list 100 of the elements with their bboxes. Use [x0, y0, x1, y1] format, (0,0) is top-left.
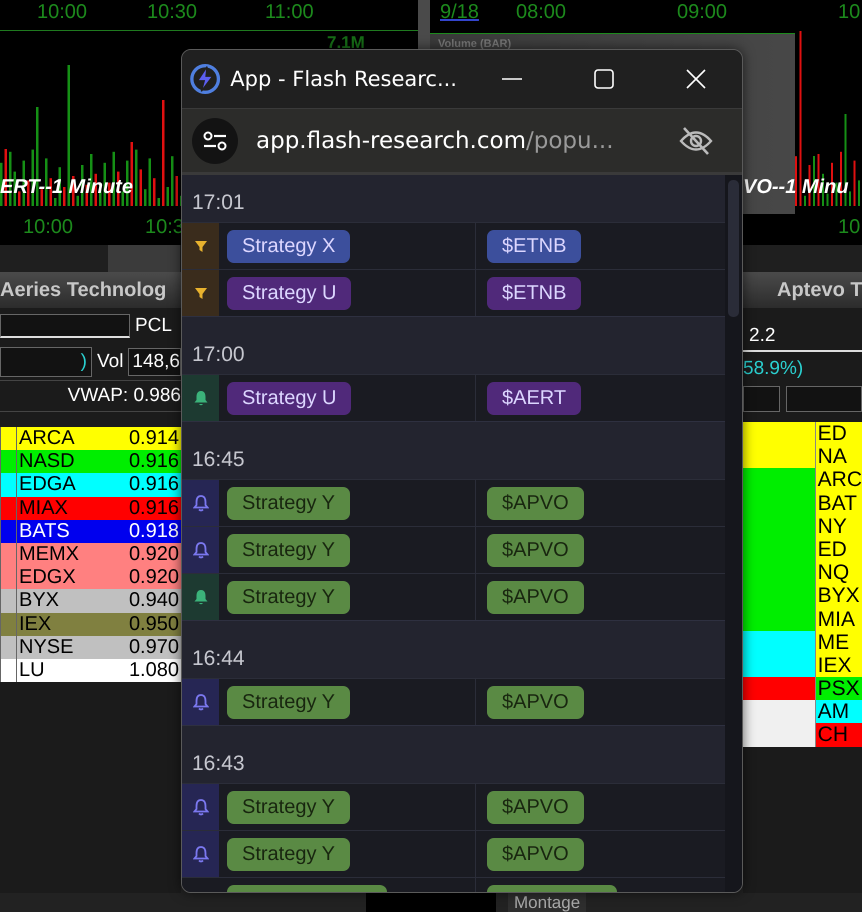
- time-heading: 17:00: [192, 343, 245, 367]
- strategy-tag[interactable]: Strategy Y: [227, 486, 350, 520]
- ticker-tag[interactable]: $APVO: [487, 790, 584, 824]
- exchange-name: EDGX: [19, 566, 76, 590]
- strategy-tag[interactable]: Strategy Y: [227, 790, 350, 824]
- ticker-tag[interactable]: $ETNB: [487, 276, 582, 310]
- input-field[interactable]: [0, 314, 130, 338]
- exchange-name: MIAX: [19, 496, 68, 520]
- ticker-tag[interactable]: $APVO: [487, 486, 584, 520]
- exchange-name: LU: [19, 658, 45, 682]
- exchange-name: ARC: [816, 468, 862, 492]
- price-value: 0.920: [128, 543, 179, 566]
- bell-icon: [192, 541, 208, 559]
- site-settings-button[interactable]: [192, 118, 238, 164]
- exchange-name: IEX: [816, 654, 862, 678]
- field-label: PCL: [135, 315, 172, 337]
- axis-label: 10:00: [23, 215, 74, 239]
- ticker-tag[interactable]: $APVO: [487, 580, 584, 614]
- ticker-tag[interactable]: $ETNB: [487, 230, 582, 262]
- ticker-tag[interactable]: $APVO: [487, 838, 584, 870]
- change-value: 58.9%): [743, 357, 804, 381]
- exchange-name: NYSE: [19, 636, 74, 659]
- exchange-name: EDGA: [19, 473, 76, 496]
- exchange-name: MIA: [816, 608, 862, 631]
- exchange-name: NY: [816, 514, 862, 538]
- strategy-tag[interactable]: Strategy Y: [227, 534, 350, 566]
- time-heading: 16:43: [192, 752, 245, 776]
- ticker-tag[interactable]: $APVO: [487, 534, 584, 566]
- minimize-icon: [502, 78, 522, 80]
- price-value: 0.940: [128, 589, 179, 612]
- price-value: 0.970: [128, 636, 179, 659]
- price-value: 0.914: [128, 427, 179, 450]
- exchange-name: AM: [816, 700, 862, 724]
- axis-label: 10: [838, 215, 860, 239]
- exchange-name: BAT: [816, 492, 862, 515]
- exchange-name: MEMX: [19, 543, 79, 566]
- axis-label: 10:30: [147, 0, 198, 24]
- exchange-name: BYX: [19, 589, 60, 612]
- exchange-name: NA: [816, 445, 862, 468]
- sliders-icon: [202, 130, 228, 152]
- bell-icon: [192, 693, 208, 711]
- strategy-tag[interactable]: Strategy Y: [227, 838, 350, 870]
- bell-icon: [192, 845, 208, 863]
- price-value: 0.916: [128, 496, 179, 520]
- ticker-tag[interactable]: $APVO: [487, 686, 584, 718]
- pane-label: Volume (BAR): [438, 38, 512, 50]
- montage-tab[interactable]: Montage: [508, 893, 586, 912]
- axis-label: 08:00: [516, 0, 566, 24]
- change-field: ): [0, 347, 92, 377]
- vwap-value: VWAP: 0.986: [0, 380, 181, 412]
- url-text: app.flash-research.com/popu...: [256, 128, 614, 154]
- price-value: 0.918: [128, 520, 179, 543]
- maximize-icon: [593, 68, 615, 90]
- bell-icon: [192, 588, 208, 606]
- time-heading: 16:44: [192, 647, 245, 671]
- strategy-tag[interactable]: Strategy Y: [227, 580, 350, 614]
- price-value: 1.080: [128, 658, 179, 682]
- strategy-tag[interactable]: Strategy Y: [227, 686, 350, 718]
- axis-label: 11:00: [265, 0, 314, 24]
- ticker-tag[interactable]: $AERT: [487, 382, 582, 414]
- bell-icon: [192, 494, 208, 512]
- bell-icon: [192, 798, 208, 816]
- exchange-name: IEX: [19, 612, 52, 636]
- exchange-name: BATS: [19, 520, 70, 543]
- filter-icon: [194, 239, 208, 253]
- time-heading: 16:45: [192, 448, 245, 472]
- exchange-name: NQ: [816, 561, 862, 584]
- eye-off-icon[interactable]: [678, 126, 714, 156]
- input-field[interactable]: [786, 386, 862, 412]
- price-value: 0.916: [128, 473, 179, 496]
- exchange-name: PSX: [816, 677, 862, 700]
- field-label: Vol: [97, 351, 124, 373]
- strategy-tag[interactable]: Strategy U: [227, 382, 352, 414]
- exchange-name: ARCA: [19, 427, 75, 450]
- axis-label: 10: [838, 0, 860, 24]
- axis-label: 7.1M: [327, 33, 365, 53]
- panel-title: Aeries Technolog: [0, 272, 181, 308]
- axis-label: 09:00: [677, 0, 728, 24]
- price-value: 0.916: [128, 450, 179, 474]
- exchange-name: ME: [816, 630, 862, 654]
- close-icon: [685, 68, 707, 90]
- window-title: App - Flash Researc...: [230, 67, 457, 91]
- exchange-name: ED: [816, 422, 862, 446]
- strategy-tag[interactable]: Strategy X: [227, 230, 350, 262]
- time-heading: 17:01: [192, 191, 245, 215]
- bell-icon: [192, 389, 208, 407]
- exchange-name: BYX: [816, 584, 862, 608]
- lightning-logo-icon: [189, 62, 222, 96]
- exchange-name: ED: [816, 538, 862, 562]
- input-field[interactable]: [743, 386, 780, 412]
- exchange-name: CH: [816, 723, 862, 747]
- strategy-tag[interactable]: Strategy U: [227, 276, 352, 310]
- price-value: 0.950: [128, 612, 179, 636]
- scrollbar-thumb[interactable]: [728, 180, 739, 317]
- scrollbar[interactable]: [725, 175, 742, 892]
- axis-label: 10:00: [37, 0, 88, 24]
- panel-title: Aptevo T: [743, 272, 862, 308]
- filter-icon: [194, 286, 208, 300]
- date-label: 9/18: [440, 0, 479, 24]
- exchange-name: NASD: [19, 450, 75, 474]
